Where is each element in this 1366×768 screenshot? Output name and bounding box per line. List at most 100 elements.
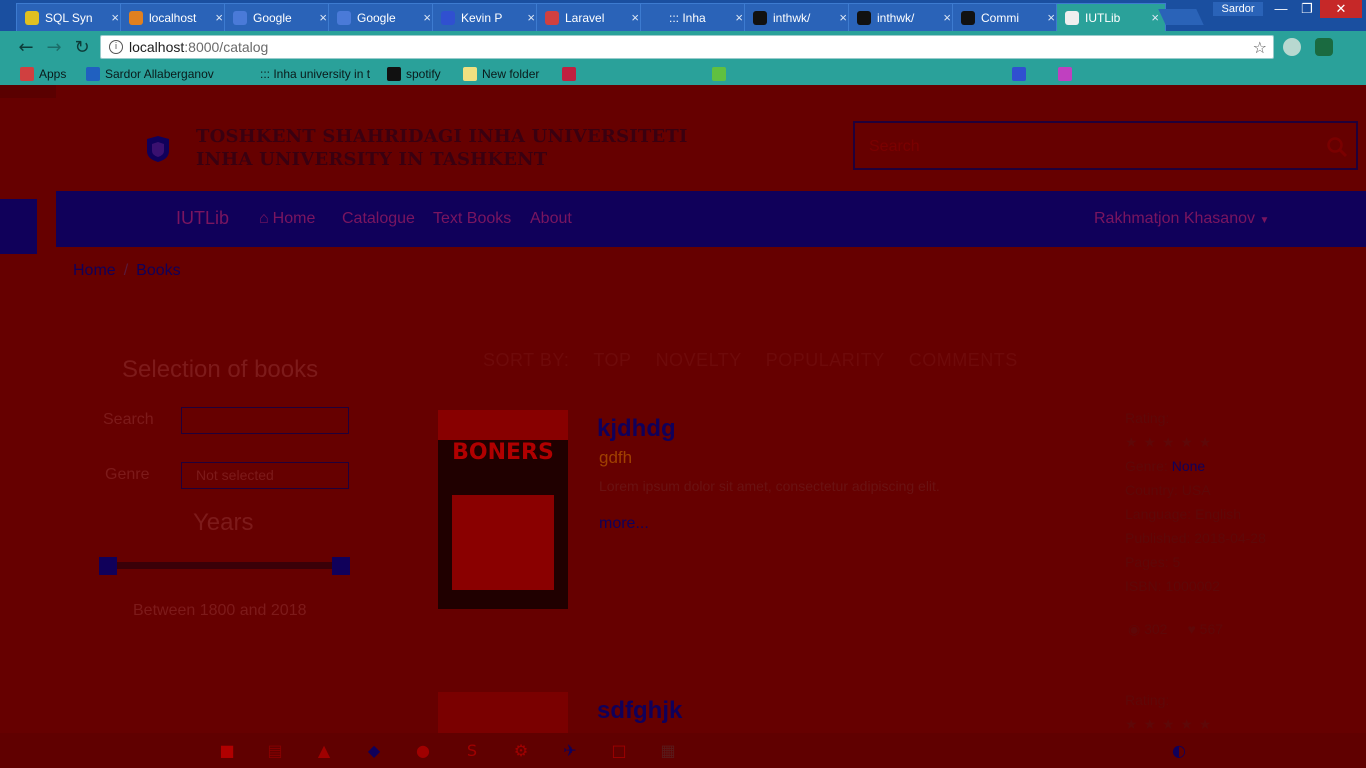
bookmark-item[interactable]: Apps	[20, 67, 66, 81]
search-icon[interactable]	[1326, 136, 1348, 158]
sort-popularity[interactable]: POPULARITY	[766, 350, 885, 371]
book-cover[interactable]: BONERS	[438, 410, 568, 609]
bookmark-item[interactable]	[712, 67, 731, 81]
taskbar-app-icon[interactable]: □	[606, 738, 632, 762]
filter-search-input[interactable]	[181, 407, 349, 434]
browser-tab[interactable]: Kevin P ×	[432, 3, 542, 31]
book-title[interactable]: sdfghjk	[597, 697, 682, 725]
tab-close-icon[interactable]: ×	[1047, 10, 1055, 25]
taskbar-app-icon[interactable]: ▤	[262, 738, 288, 762]
browser-tab[interactable]: ::: Inha ×	[640, 3, 750, 31]
sort-label: SORT BY:	[483, 350, 570, 370]
bookmark-item[interactable]	[1058, 67, 1077, 81]
address-bar[interactable]: i localhost:8000/catalog ☆	[100, 35, 1274, 59]
taskbar-app-icon[interactable]: ▲	[311, 738, 337, 762]
genre-meta-value[interactable]: None	[1172, 458, 1205, 474]
tab-favicon-icon	[1065, 10, 1079, 25]
home-icon: ⌂	[259, 210, 269, 227]
bookmark-item[interactable]	[1012, 67, 1031, 81]
tab-close-icon[interactable]: ×	[1151, 10, 1159, 25]
nav-catalogue[interactable]: Catalogue	[342, 210, 415, 228]
tab-close-icon[interactable]: ×	[839, 10, 847, 25]
tab-close-icon[interactable]: ×	[631, 10, 639, 25]
bookmark-icon	[1058, 67, 1072, 81]
taskbar-app-icon[interactable]: S	[459, 738, 485, 762]
likes-stat[interactable]: ♥ 567	[1187, 621, 1223, 638]
page-content: TOSHKENT SHAHRIDAGI INHA UNIVERSITETI IN…	[0, 85, 1366, 768]
tab-favicon-icon	[857, 10, 871, 25]
year-range-min-handle[interactable]	[99, 557, 117, 575]
year-range-track[interactable]	[108, 562, 341, 569]
tab-close-icon[interactable]: ×	[111, 10, 119, 25]
bookmark-item[interactable]: spotify	[387, 67, 441, 81]
taskbar-app-icon[interactable]: ■	[214, 738, 240, 762]
browser-tab[interactable]: inthwk/ ×	[848, 3, 958, 31]
browser-tab[interactable]: IUTLib ×	[1056, 3, 1166, 31]
tab-title: Google	[357, 10, 396, 25]
taskbar-app-icon[interactable]: ✈	[557, 738, 583, 762]
maximize-button[interactable]: ❐	[1294, 0, 1320, 18]
taskbar-app-icon[interactable]: ◐	[1166, 738, 1192, 762]
taskbar-app-icon[interactable]: ●	[410, 738, 436, 762]
site-search-input[interactable]	[867, 135, 1311, 159]
bookmark-item[interactable]: Sardor Allaberganov	[86, 67, 214, 81]
browser-tab[interactable]: localhost ×	[120, 3, 230, 31]
extension-icon[interactable]	[1315, 38, 1333, 56]
university-logo-icon	[147, 136, 169, 162]
bookmark-item[interactable]: New folder	[463, 67, 539, 81]
extension-icon[interactable]	[1283, 38, 1301, 56]
bookmark-item[interactable]: ::: Inha university in t	[241, 67, 370, 81]
tab-favicon-icon	[441, 10, 455, 25]
taskbar-app-icon[interactable]: ⚙	[508, 738, 534, 762]
sort-top[interactable]: TOP	[593, 350, 631, 371]
site-info-icon[interactable]: i	[109, 40, 123, 54]
tab-title: inthwk/	[773, 10, 811, 25]
taskbar-app-icon[interactable]: ◆	[361, 738, 387, 762]
browser-tab[interactable]: Commi ×	[952, 3, 1062, 31]
bookmark-star-icon[interactable]: ☆	[1253, 38, 1267, 57]
tab-close-icon[interactable]: ×	[423, 10, 431, 25]
new-tab-button[interactable]	[1158, 9, 1204, 25]
tab-close-icon[interactable]: ×	[943, 10, 951, 25]
browser-tab[interactable]: SQL Syn ×	[16, 3, 126, 31]
user-menu-dropdown[interactable]: Rakhmatjon Khasanov ▼	[1094, 210, 1269, 228]
genre-select[interactable]: Not selected	[181, 462, 349, 489]
tab-favicon-icon	[233, 10, 247, 25]
book-meta: Rating: ★ ★ ★ ★ ★ Genre: None Country: U…	[1125, 406, 1266, 598]
book-more-link[interactable]: more...	[599, 515, 649, 533]
sort-novelty[interactable]: NOVELTY	[656, 350, 742, 371]
browser-tab[interactable]: Google ×	[224, 3, 334, 31]
reload-button[interactable]: ↻	[70, 36, 94, 60]
tab-close-icon[interactable]: ×	[319, 10, 327, 25]
browser-profile[interactable]: Sardor	[1213, 2, 1263, 16]
tab-close-icon[interactable]: ×	[735, 10, 743, 25]
book-title[interactable]: kjdhdg	[597, 415, 676, 443]
forward-button[interactable]: →	[42, 36, 66, 60]
close-window-button[interactable]: ✕	[1320, 0, 1362, 18]
filter-title: Selection of books	[122, 356, 319, 383]
brand-link[interactable]: IUTLib	[176, 208, 229, 229]
user-name: Rakhmatjon Khasanov	[1094, 210, 1255, 227]
browser-tab[interactable]: Laravel ×	[536, 3, 646, 31]
back-button[interactable]: ←	[14, 36, 38, 60]
year-range-max-handle[interactable]	[332, 557, 350, 575]
minimize-button[interactable]: —	[1268, 0, 1294, 18]
sort-comments[interactable]: COMMENTS	[909, 350, 1018, 371]
book-stats: ◉ 302 ♥ 567	[1128, 621, 1223, 638]
taskbar-app-icon[interactable]: ▦	[655, 738, 681, 762]
nav-home[interactable]: ⌂ Home	[259, 210, 315, 228]
site-search	[853, 121, 1358, 170]
nav-about[interactable]: About	[530, 210, 572, 228]
tab-close-icon[interactable]: ×	[215, 10, 223, 25]
bookmark-icon	[241, 67, 255, 81]
breadcrumb: Home / Books	[73, 262, 181, 280]
university-name-line1: TOSHKENT SHAHRIDAGI INHA UNIVERSITETI	[196, 126, 688, 147]
nav-text-books[interactable]: Text Books	[433, 210, 511, 228]
browser-tab[interactable]: Google ×	[328, 3, 438, 31]
tab-close-icon[interactable]: ×	[527, 10, 535, 25]
breadcrumb-home[interactable]: Home	[73, 262, 116, 280]
bookmark-item[interactable]	[562, 67, 581, 81]
bookmark-icon	[20, 67, 34, 81]
browser-tab[interactable]: inthwk/ ×	[744, 3, 854, 31]
rating-stars[interactable]: ★ ★ ★ ★ ★	[1125, 430, 1266, 454]
